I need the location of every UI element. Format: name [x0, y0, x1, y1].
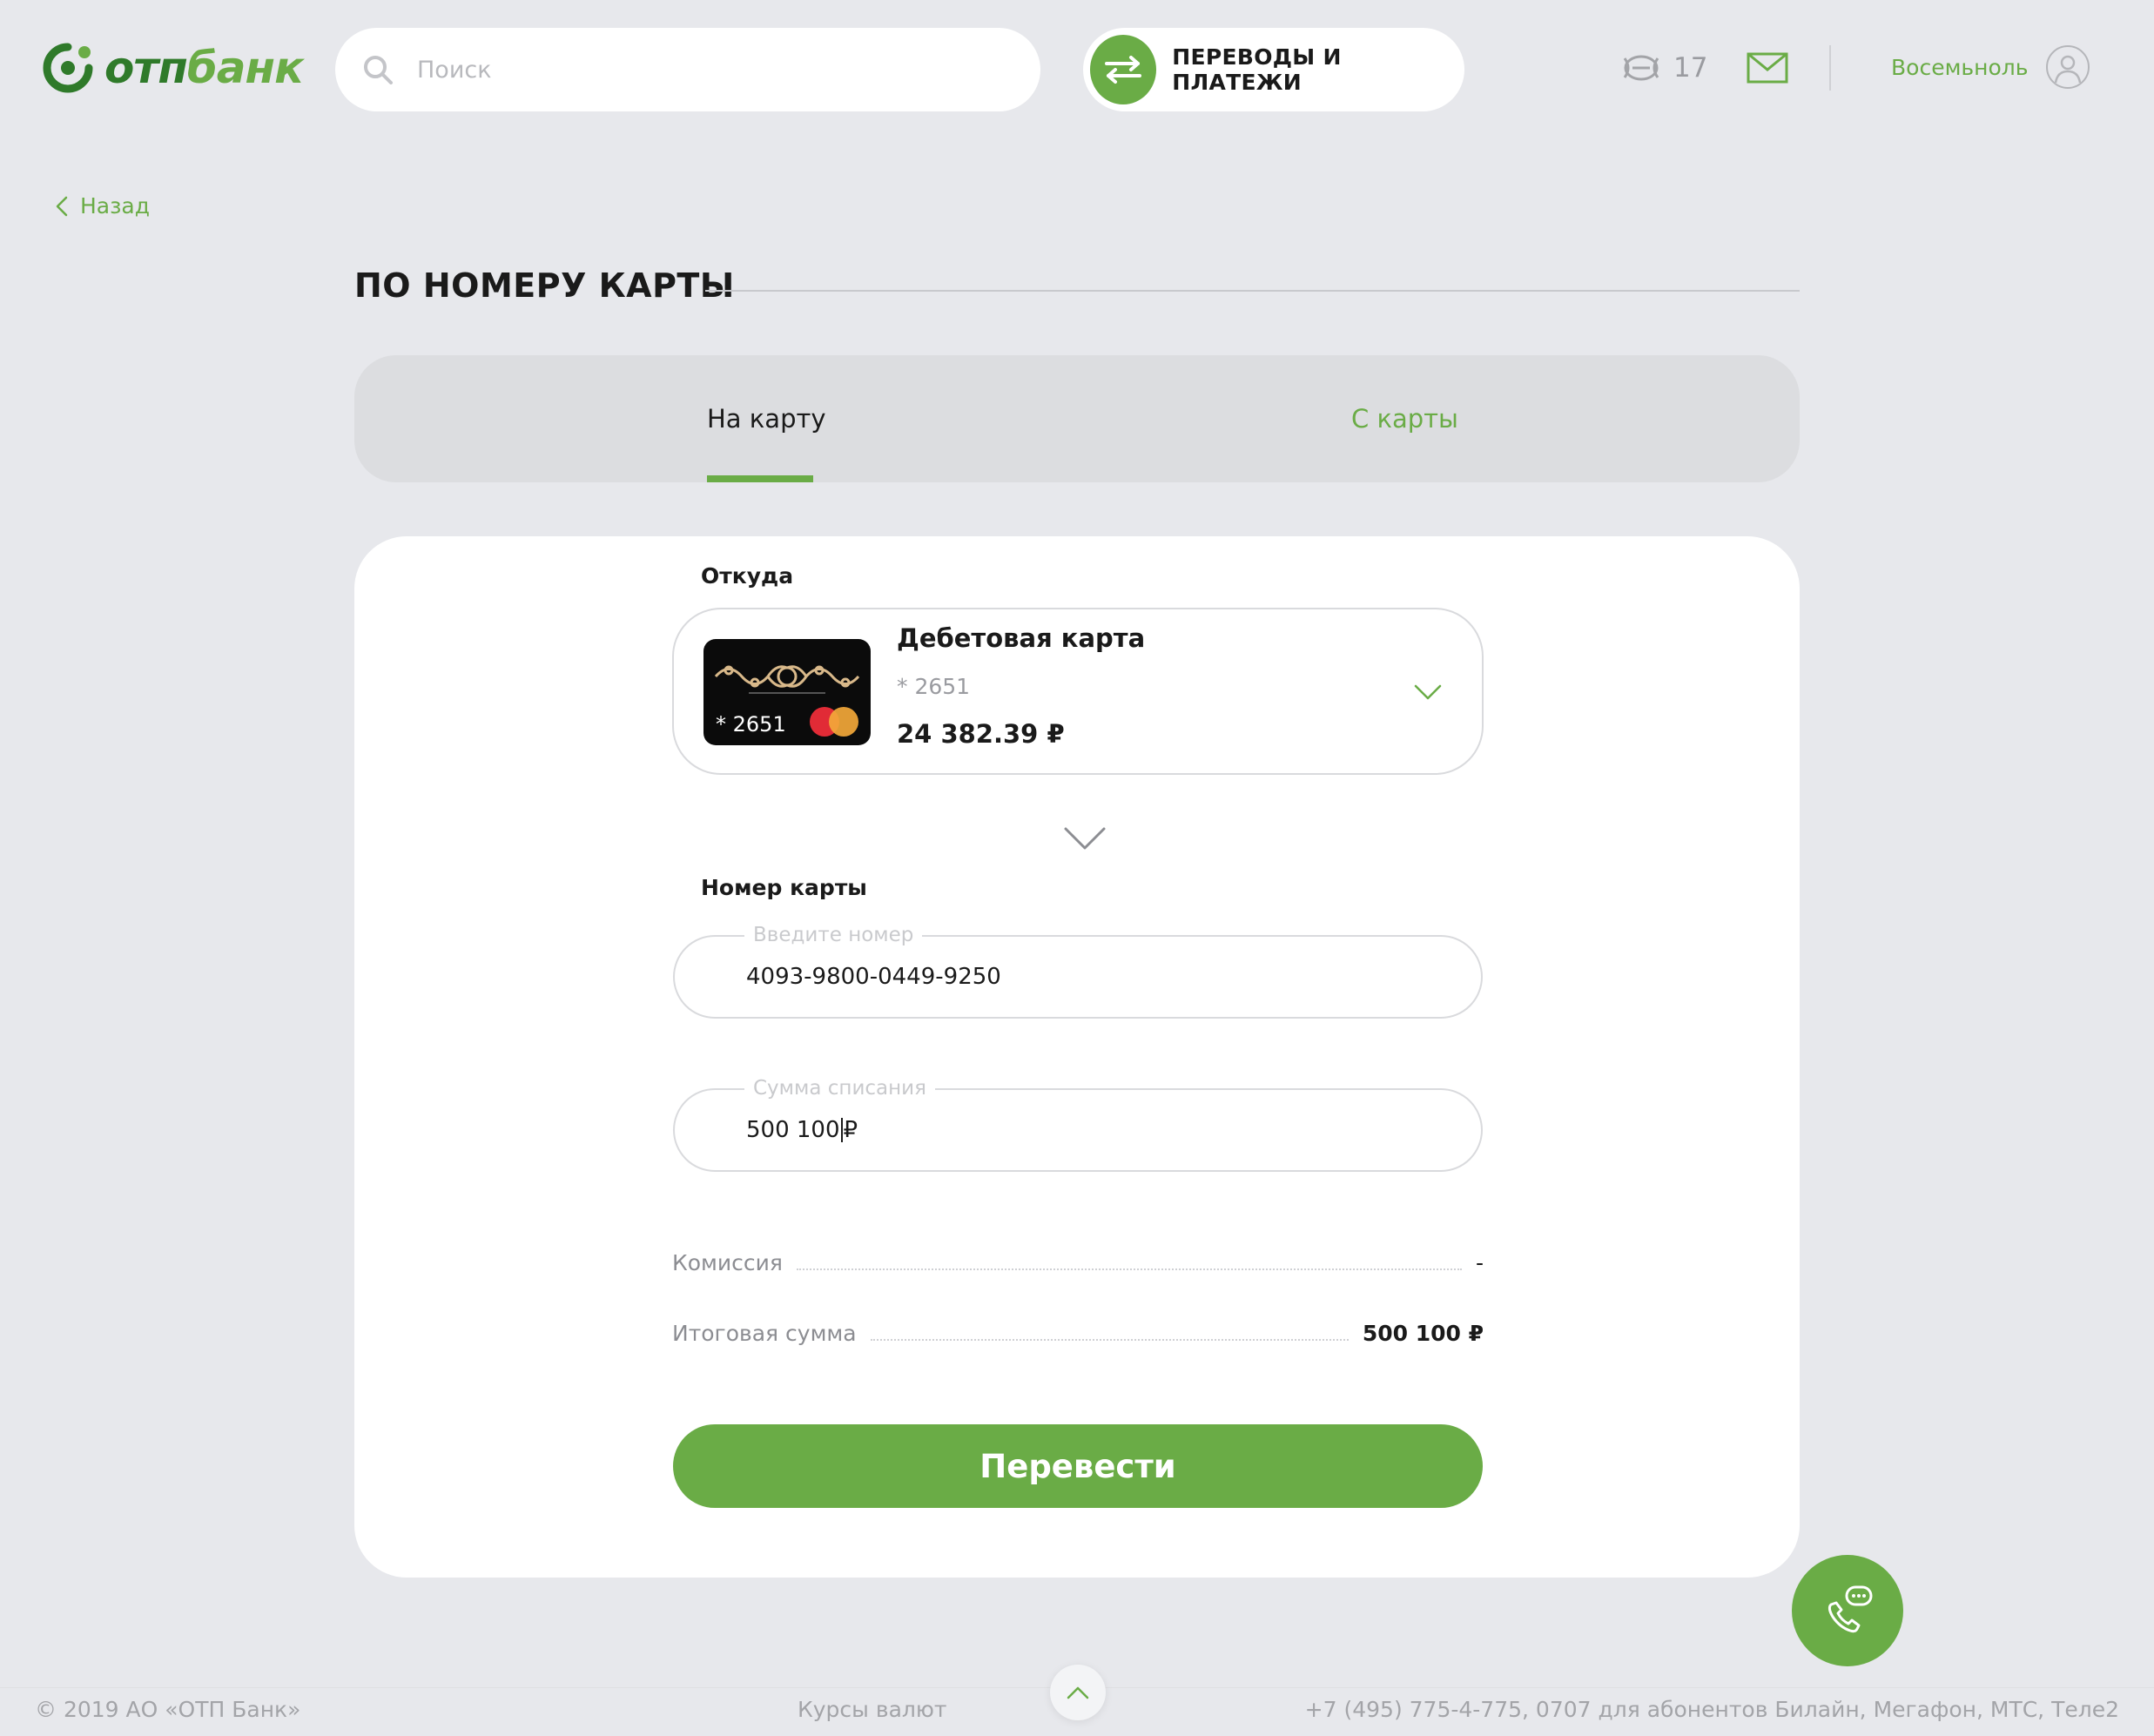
footer-phones: +7 (495) 775-4-775, 0707 для абонентов Б… [1304, 1697, 2119, 1722]
card-number-input[interactable]: Введите номер 4093-9800-0449-9250 [673, 923, 1483, 1019]
card-image-number: * 2651 [716, 712, 786, 737]
footer-rates-link[interactable]: Курсы валют [798, 1697, 946, 1722]
tab-to-card[interactable]: На карту [707, 355, 826, 482]
back-label: Назад [80, 193, 151, 219]
search-input[interactable]: Поиск [335, 28, 1040, 111]
search-placeholder: Поиск [417, 56, 492, 84]
source-card-select[interactable]: * 2651 Дебетовая карта * 2651 24 382.39 … [672, 608, 1484, 775]
scroll-up-button[interactable] [1050, 1665, 1106, 1720]
fee-row: Комиссия - [672, 1250, 1484, 1275]
notifications-count: 17 [1673, 52, 1708, 84]
active-tab-indicator [707, 475, 813, 482]
notifications-button[interactable]: 17 [1619, 48, 1707, 88]
user-menu[interactable]: Восемьноль [1891, 45, 2090, 89]
submit-transfer-button[interactable]: Перевести [673, 1424, 1483, 1508]
call-chat-icon [1828, 1585, 1873, 1633]
mastercard-icon [810, 707, 858, 737]
user-name: Восемьноль [1891, 54, 2029, 80]
from-label: Откуда [701, 563, 794, 589]
transfers-label: ПЕРЕВОДЫ И ПЛАТЕЖИ [1172, 44, 1342, 95]
search-icon [364, 56, 393, 84]
back-link[interactable]: Назад [56, 193, 150, 219]
chevron-up-icon [1067, 1686, 1089, 1699]
avatar-icon [2045, 45, 2090, 89]
amount-input[interactable]: Сумма списания 500 100 ₽ [673, 1076, 1483, 1172]
logo[interactable]: отпбанк [42, 42, 304, 94]
swap-chevron-down-icon[interactable] [1064, 827, 1106, 851]
fee-value: - [1475, 1250, 1484, 1275]
dotted-leader [870, 1339, 1349, 1341]
fee-label: Комиссия [672, 1250, 783, 1275]
card-number-value: 4093-9800-0449-9250 [746, 964, 1001, 990]
title-divider [705, 290, 1800, 292]
logo-otp-text: отп [104, 43, 188, 93]
card-number-label: Номер карты [701, 875, 867, 900]
chevron-down-icon [1414, 684, 1442, 700]
text-caret [840, 1118, 843, 1142]
total-value: 500 100 ₽ [1362, 1321, 1484, 1346]
transfer-arrows-icon [1090, 35, 1157, 104]
total-row: Итоговая сумма 500 100 ₽ [672, 1321, 1484, 1346]
tab-from-card[interactable]: С карты [1351, 355, 1458, 482]
otp-logo-icon [43, 43, 93, 93]
bank-card-image: * 2651 [703, 639, 871, 745]
dotted-leader [796, 1268, 1462, 1270]
source-card-title: Дебетовая карта [897, 623, 1146, 653]
logo-bank-text: банк [186, 43, 304, 93]
source-card-mask: * 2651 [897, 674, 971, 699]
amount-value: 500 100 [746, 1117, 840, 1143]
card-ornament-icon [714, 665, 860, 694]
page-title: ПО НОМЕРУ КАРТЫ [354, 266, 735, 305]
call-chat-button[interactable] [1792, 1555, 1903, 1666]
header-divider [1829, 45, 1831, 91]
tabs: На карту С карты [354, 355, 1800, 482]
total-label: Итоговая сумма [672, 1321, 857, 1346]
mail-icon[interactable] [1747, 52, 1788, 84]
source-card-balance: 24 382.39 ₽ [897, 719, 1065, 749]
chevron-left-icon [56, 196, 68, 216]
transfers-button[interactable]: ПЕРЕВОДЫ И ПЛАТЕЖИ [1083, 28, 1464, 111]
notification-icon [1623, 55, 1659, 81]
footer-copyright: © 2019 АО «ОТП Банк» [35, 1697, 301, 1722]
amount-currency: ₽ [843, 1117, 858, 1143]
